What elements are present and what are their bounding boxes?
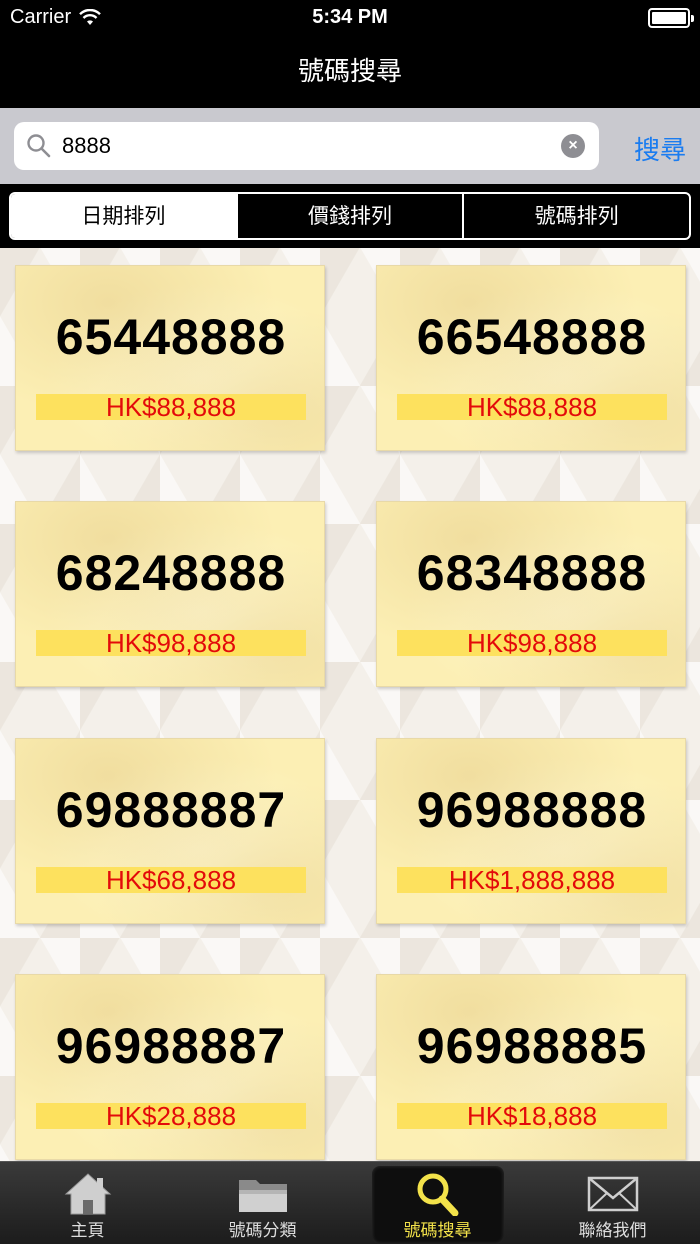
search-button[interactable]: 搜尋 [634,130,686,167]
tab-label: 主頁 [70,1221,105,1241]
number-card[interactable]: 66548888 HK$88,888 [376,265,686,451]
card-number: 96988887 [55,1018,287,1074]
sort-segmented-control: 日期排列 價錢排列 號碼排列 [9,192,691,240]
number-card[interactable]: 69888887 HK$68,888 [15,738,325,924]
card-number: 96988885 [416,1018,648,1074]
segment-sort-by-date[interactable]: 日期排列 [11,194,236,238]
segment-sort-by-number[interactable]: 號碼排列 [462,194,689,238]
card-number: 68248888 [55,545,287,601]
card-price: HK$18,888 [466,1101,598,1131]
search-icon [417,1173,458,1216]
tab-label: 號碼搜尋 [403,1221,472,1241]
number-card[interactable]: 96988888 HK$1,888,888 [376,738,686,924]
search-input[interactable] [62,122,542,170]
tab-number-search[interactable]: 號碼搜尋 [350,1162,525,1244]
tab-label: 聯絡我們 [578,1221,647,1241]
card-number: 96988888 [416,782,648,838]
card-price: HK$98,888 [105,628,237,658]
clear-icon[interactable]: × [561,134,585,158]
card-price: HK$98,888 [466,628,598,658]
search-area: × 搜尋 [0,108,700,184]
page-title: 號碼搜尋 [297,57,402,87]
number-card[interactable]: 68248888 HK$98,888 [15,501,325,687]
number-card[interactable]: 65448888 HK$88,888 [15,265,325,451]
card-price: HK$28,888 [105,1101,237,1131]
search-icon [27,134,51,158]
tab-contact-us[interactable]: 聯絡我們 [525,1162,700,1244]
segment-sort-by-price[interactable]: 價錢排列 [235,194,463,238]
navigation-bar: 號碼搜尋 [0,36,700,108]
tab-home[interactable]: 主頁 [0,1162,175,1244]
number-card[interactable]: 68348888 HK$98,888 [376,501,686,687]
card-number: 65448888 [55,309,287,365]
card-number: 68348888 [416,545,648,601]
card-price: HK$88,888 [466,392,598,422]
battery-icon [648,8,694,28]
card-price: HK$88,888 [105,392,237,422]
sort-segment-area: 日期排列 價錢排列 號碼排列 [0,184,700,248]
search-box[interactable]: × [14,122,599,170]
card-number: 66548888 [416,309,648,365]
number-card[interactable]: 96988885 HK$18,888 [376,974,686,1160]
card-price: HK$68,888 [105,865,237,895]
tab-number-categories[interactable]: 號碼分類 [175,1162,350,1244]
status-time: 5:34 PM [312,6,388,28]
card-price: HK$1,888,888 [448,865,616,895]
mail-icon [587,1176,638,1212]
folder-icon [238,1180,287,1212]
tab-bar: 主頁 號碼分類 號碼搜尋 聯絡我們 [0,1161,700,1244]
card-number: 69888887 [55,782,287,838]
status-bar: Carrier 5:34 PM [0,0,700,36]
tab-label: 號碼分類 [228,1221,297,1241]
number-card[interactable]: 96988887 HK$28,888 [15,974,325,1160]
listing-grid: 65448888 HK$88,888 66548888 HK$88,888 68… [0,248,700,1161]
home-icon [64,1173,111,1215]
